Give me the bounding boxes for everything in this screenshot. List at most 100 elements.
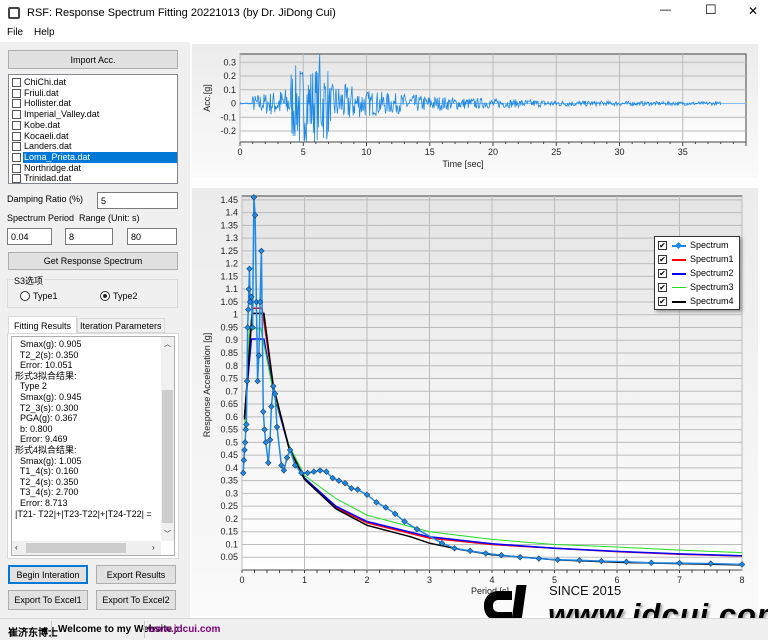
result-line: |T21- T22|+|T23-T22|+|T24-T22| = — [15, 508, 152, 519]
file-checkbox[interactable] — [12, 131, 21, 141]
type1-label[interactable]: Type1 — [33, 291, 58, 301]
result-line: Error: 10.051 — [15, 360, 73, 371]
result-line: b: 0.800 — [15, 423, 53, 434]
legend-item[interactable]: ✔ Spectrum — [658, 240, 740, 252]
minimize-button[interactable]: — — [660, 4, 671, 16]
period-max-input[interactable]: 8 — [65, 228, 113, 245]
tab-iteration-parameters[interactable]: Iteration Parameters — [77, 318, 165, 333]
file-name: Kocaeli.dat — [24, 130, 69, 141]
legend-swatch — [672, 301, 686, 303]
file-list-item[interactable]: Kobe.dat — [11, 120, 177, 131]
file-list-item[interactable]: Hollister.dat — [11, 98, 177, 109]
file-list[interactable]: ChiChi.dat Friuli.dat Hollister.dat Imperia… — [8, 74, 178, 184]
damping-label: Damping Ratio (%) — [7, 194, 84, 204]
legend-checkbox[interactable]: ✔ — [658, 241, 667, 250]
menu-help[interactable]: Help — [34, 27, 55, 38]
file-list-item[interactable]: Imperial_Valley.dat — [11, 109, 177, 120]
legend: ✔ Spectrum ✔ Spectrum1 ✔ Spectrum2 ✔ Spectrum3 ✔… — [654, 236, 740, 310]
watermark-since: SINCE 2015 — [549, 583, 622, 598]
maximize-button[interactable]: ☐ — [705, 2, 717, 18]
legend-checkbox[interactable]: ✔ — [658, 297, 667, 306]
file-name: Landers.dat — [24, 141, 72, 152]
status-divider — [51, 621, 52, 638]
legend-marker — [674, 241, 683, 250]
result-line: T1_4(s): 0.160 — [15, 466, 79, 477]
time-history-panel — [192, 44, 758, 178]
file-name: Hollister.dat — [24, 98, 72, 109]
file-checkbox[interactable] — [12, 163, 21, 173]
vertical-scrollbar[interactable]: ︿ ﹀ — [161, 337, 174, 541]
damping-input[interactable]: 5 — [97, 192, 178, 209]
file-checkbox[interactable] — [12, 142, 21, 152]
file-checkbox[interactable] — [12, 99, 21, 109]
file-checkbox[interactable] — [12, 152, 21, 162]
legend-item[interactable]: ✔ Spectrum1 — [658, 254, 740, 266]
legend-label: Spectrum2 — [690, 268, 734, 278]
scroll-thumb[interactable] — [162, 390, 173, 523]
file-checkbox[interactable] — [12, 174, 21, 184]
window-title: RSF: Response Spectrum Fitting 20221013 … — [27, 7, 336, 19]
export-results-button[interactable]: Export Results — [96, 565, 176, 584]
tab-fitting-results[interactable]: Fitting Results — [8, 316, 77, 334]
close-button[interactable]: ✕ — [748, 4, 758, 18]
file-checkbox[interactable] — [12, 88, 21, 98]
chart-area — [190, 42, 768, 618]
file-list-item[interactable]: Trinidad.dat — [11, 173, 177, 184]
file-name: ChiChi.dat — [24, 77, 67, 87]
result-line: T2_2(s): 0.350 — [15, 349, 79, 360]
scroll-right-icon[interactable]: › — [152, 543, 155, 552]
legend-checkbox[interactable]: ✔ — [658, 255, 667, 264]
file-list-item[interactable]: Kocaeli.dat — [11, 131, 177, 142]
legend-item[interactable]: ✔ Spectrum2 — [658, 268, 740, 280]
file-checkbox[interactable] — [12, 110, 21, 120]
hscroll-thumb[interactable] — [26, 543, 126, 553]
results-textbox[interactable]: Smax(g): 0.905 T2_2(s): 0.350 Error: 10.… — [11, 336, 175, 556]
type1-radio[interactable] — [20, 291, 30, 301]
import-acc-button[interactable]: Import Acc. — [8, 50, 178, 69]
legend-label: Spectrum3 — [690, 282, 734, 292]
result-line: Error: 8.713 — [15, 498, 68, 508]
result-line: T2_3(s): 0.300 — [15, 402, 79, 413]
file-list-item[interactable]: Northridge.dat — [11, 163, 177, 174]
legend-item[interactable]: ✔ Spectrum3 — [658, 282, 740, 294]
file-list-item[interactable]: Loma_Prieta.dat — [11, 151, 177, 163]
horizontal-scrollbar[interactable]: ‹ › — [12, 541, 161, 555]
title-bar: RSF: Response Spectrum Fitting 20221013 … — [0, 0, 768, 26]
get-response-spectrum-button[interactable]: Get Response Spectrum — [8, 252, 178, 270]
menu-bar: File Help — [0, 26, 768, 42]
legend-label: Spectrum1 — [690, 254, 734, 264]
begin-iteration-button[interactable]: Begin Interation — [8, 565, 88, 584]
file-checkbox[interactable] — [12, 120, 21, 130]
scroll-down-icon[interactable]: ﹀ — [164, 529, 171, 539]
legend-label: Spectrum — [690, 240, 729, 250]
s3-group-label: S3选项 — [13, 274, 45, 287]
file-name: Friuli.dat — [24, 87, 59, 98]
file-list-item[interactable]: Landers.dat — [11, 141, 177, 152]
legend-checkbox[interactable]: ✔ — [658, 269, 667, 278]
website-link[interactable]: www.jdcui.com — [148, 624, 220, 635]
result-line: Smax(g): 0.905 — [15, 339, 82, 349]
period-min-input[interactable]: 0.04 — [7, 228, 52, 245]
file-list-item[interactable]: Friuli.dat — [11, 88, 177, 99]
legend-checkbox[interactable]: ✔ — [658, 283, 667, 292]
export-excel1-button[interactable]: Export To Excel1 — [8, 590, 88, 610]
result-line: 形式4拟合结果: — [15, 445, 77, 455]
result-line: Type 2 — [15, 381, 47, 392]
export-excel2-button[interactable]: Export To Excel2 — [96, 590, 176, 610]
file-list-item[interactable]: ChiChi.dat — [11, 77, 177, 88]
file-checkbox[interactable] — [12, 78, 21, 87]
period-count-input[interactable]: 80 — [127, 228, 177, 245]
type2-radio[interactable] — [100, 291, 110, 301]
legend-item[interactable]: ✔ Spectrum4 — [658, 296, 740, 308]
status-bar: 崔济东博士 Welcome to my Website : www.jdcui.… — [0, 618, 768, 640]
result-line: Error: 9.469 — [15, 434, 68, 445]
type2-label[interactable]: Type2 — [113, 291, 138, 301]
legend-label: Spectrum4 — [690, 296, 734, 306]
menu-file[interactable]: File — [7, 27, 23, 38]
result-line: T2_4(s): 0.350 — [15, 476, 79, 487]
file-name: Loma_Prieta.dat — [23, 151, 177, 163]
app-icon — [8, 7, 20, 19]
scroll-left-icon[interactable]: ‹ — [15, 543, 18, 552]
result-line: Smax(g): 0.945 — [15, 392, 82, 402]
scroll-up-icon[interactable]: ︿ — [164, 339, 171, 349]
